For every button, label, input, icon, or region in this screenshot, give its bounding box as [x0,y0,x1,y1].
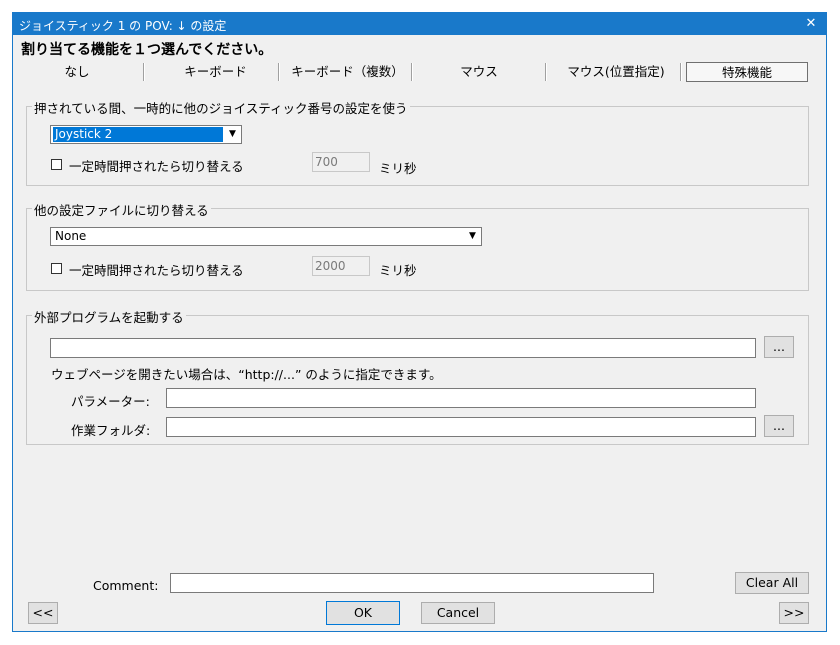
ms-unit-label: ミリ秒 [379,161,417,176]
next-button[interactable]: >> [779,602,809,624]
program-path-input[interactable] [50,338,756,358]
instruction-heading: 割り当てる機能を１つ選んでください。 [21,42,273,58]
tab-mouse[interactable]: マウス [413,62,545,82]
tab-separator [143,63,145,81]
ok-button[interactable]: OK [326,601,400,625]
settings-dialog: ジョイスティック 1 の POV: ↓ の設定 ✕ 割り当てる機能を１つ選んでく… [12,12,827,632]
tab-separator [680,63,682,81]
working-folder-input[interactable] [166,417,756,437]
ms-unit-label: ミリ秒 [379,263,417,278]
chevron-down-icon[interactable]: ▼ [465,229,480,244]
milliseconds-input[interactable]: 700 [312,152,370,172]
group-title: 他の設定ファイルに切り替える [32,200,211,219]
tab-separator [278,63,280,81]
settings-file-group: 他の設定ファイルに切り替える None ▼ 一定時間押されたら切り替える 200… [26,200,809,291]
temp-joystick-group: 押されている間、一時的に他のジョイスティック番号の設定を使う Joystick … [26,98,809,186]
window-title: ジョイスティック 1 の POV: ↓ の設定 [19,19,227,33]
tab-separator [545,63,547,81]
previous-button[interactable]: << [28,602,58,624]
comment-label: Comment: [93,578,159,593]
select-value: Joystick 2 [53,127,223,142]
chevron-down-icon[interactable]: ▼ [225,127,240,142]
parameter-input[interactable] [166,388,756,408]
clear-all-button[interactable]: Clear All [735,572,809,594]
url-hint-text: ウェブページを開きたい場合は、“http://...” のように指定できます。 [51,367,442,382]
browse-folder-button[interactable]: ... [764,415,794,437]
browse-program-button[interactable]: ... [764,336,794,358]
parameter-label: パラメーター: [71,394,150,409]
comment-input[interactable] [170,573,654,593]
joystick-select[interactable]: Joystick 2 ▼ [50,125,242,144]
function-tabs: なし キーボード キーボード（複数） マウス マウス(位置指定) 特殊機能 [13,62,826,84]
checkbox-label: 一定時間押されたら切り替える [69,263,244,278]
title-bar: ジョイスティック 1 の POV: ↓ の設定 ✕ [13,13,826,35]
settings-file-select[interactable]: None ▼ [50,227,482,246]
group-title: 押されている間、一時的に他のジョイスティック番号の設定を使う [32,98,410,117]
group-title: 外部プログラムを起動する [32,307,186,326]
tab-none[interactable]: なし [27,62,127,82]
tab-keyboard-multi[interactable]: キーボード（複数） [285,62,410,82]
tab-special[interactable]: 特殊機能 [686,62,808,82]
external-program-group: 外部プログラムを起動する ... ウェブページを開きたい場合は、“http://… [26,307,809,445]
close-icon[interactable]: ✕ [796,13,826,35]
switch-after-time-checkbox[interactable] [51,159,62,170]
tab-keyboard[interactable]: キーボード [153,62,278,82]
checkbox-label: 一定時間押されたら切り替える [69,159,244,174]
switch-after-time-checkbox[interactable] [51,263,62,274]
working-folder-label: 作業フォルダ: [71,423,151,438]
tab-mouse-position[interactable]: マウス(位置指定) [551,62,681,82]
select-value: None [55,229,87,243]
milliseconds-input[interactable]: 2000 [312,256,370,276]
cancel-button[interactable]: Cancel [421,602,495,624]
